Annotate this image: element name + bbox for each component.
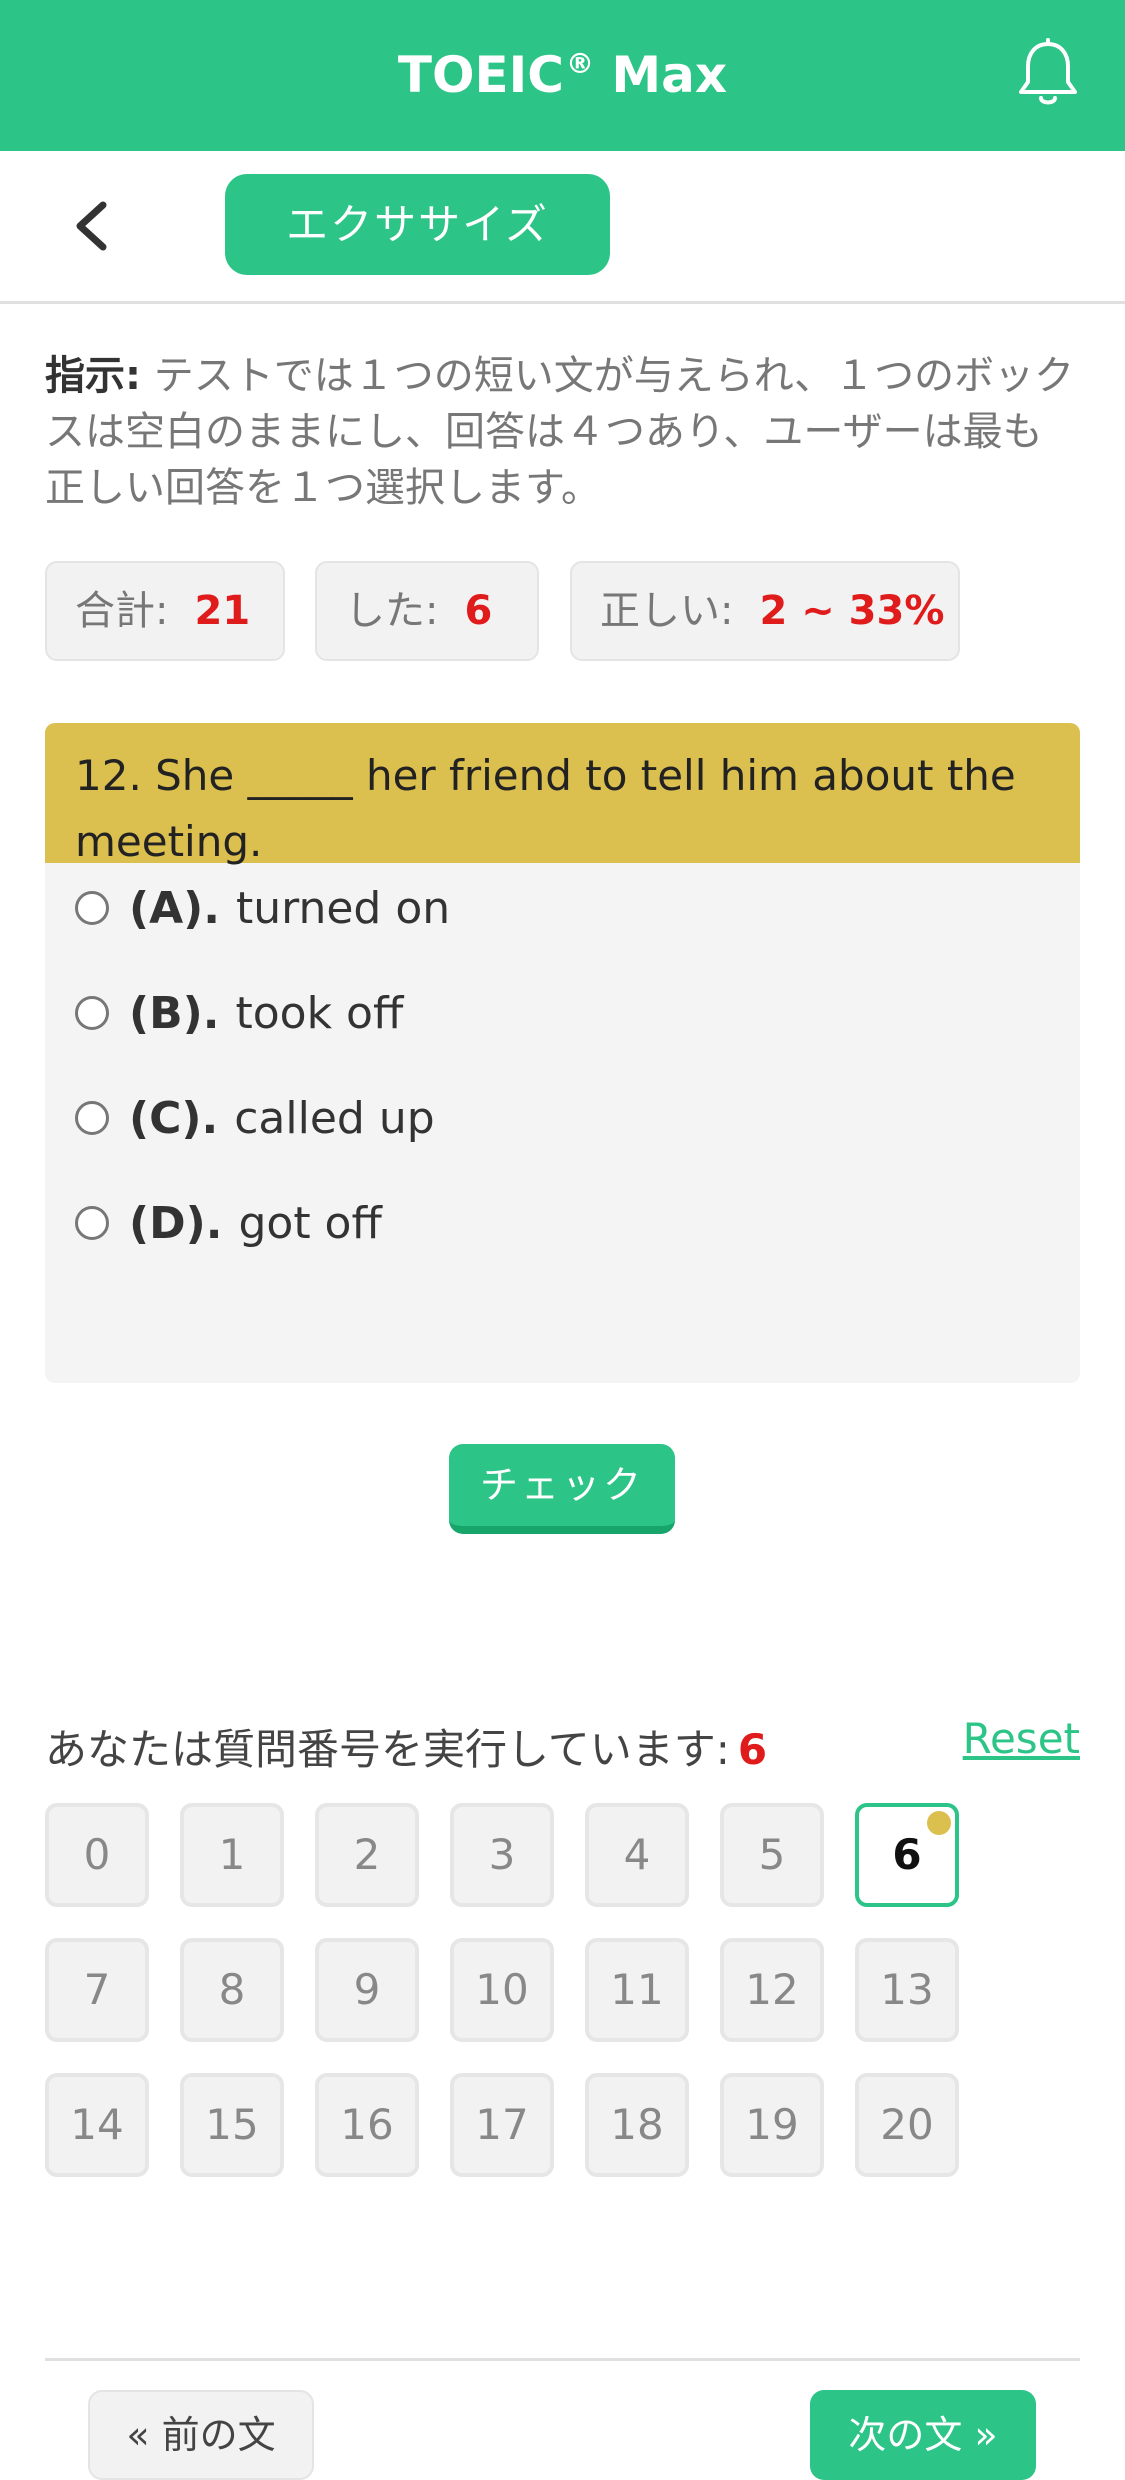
question-number-2[interactable]: 2 [315,1803,419,1907]
next-sentence-button[interactable]: 次の文 » [810,2390,1036,2480]
progress-label: あなたは質問番号を実行しています: 6 [45,1725,768,1774]
bell-icon[interactable] [1015,38,1081,112]
chevron-left-icon[interactable] [58,191,128,261]
app-header: TOEIC® Max [0,0,1125,151]
question-number-4[interactable]: 4 [585,1803,689,1907]
reset-link[interactable]: Reset [963,1714,1080,1763]
question-number-13[interactable]: 13 [855,1938,959,2042]
current-indicator-dot [927,1811,951,1835]
question-text: 12. She _____ her friend to tell him abo… [45,723,1080,866]
question-number-7[interactable]: 7 [45,1938,149,2042]
question-number-1[interactable]: 1 [180,1803,284,1907]
question-number-19[interactable]: 19 [720,2073,824,2177]
radio-button[interactable] [75,996,109,1030]
sub-navigation: エクササイズ [0,151,1125,304]
check-button[interactable]: チェック [449,1444,675,1534]
question-number-9[interactable]: 9 [315,1938,419,2042]
trademark-symbol: ® [565,47,594,80]
question-number-17[interactable]: 17 [450,2073,554,2177]
question-number-12[interactable]: 12 [720,1938,824,2042]
prev-sentence-button[interactable]: « 前の文 [88,2390,314,2480]
question-card: 12. She _____ her friend to tell him abo… [45,723,1080,1383]
question-number-6[interactable]: 6 [855,1803,959,1907]
question-number-10[interactable]: 10 [450,1938,554,2042]
question-number-14[interactable]: 14 [45,2073,149,2177]
option-a[interactable]: (A). turned on [75,868,450,948]
question-number-3[interactable]: 3 [450,1803,554,1907]
instruction-text: 指示: テストでは１つの短い文が与えられ、１つのボックスは空白のままにし、回答は… [45,353,1075,511]
radio-button[interactable] [75,1206,109,1240]
question-number-15[interactable]: 15 [180,2073,284,2177]
question-number-0[interactable]: 0 [45,1803,149,1907]
question-number-11[interactable]: 11 [585,1938,689,2042]
question-number-8[interactable]: 8 [180,1938,284,2042]
question-number-18[interactable]: 18 [585,2073,689,2177]
stat-done: した: 6 [315,561,539,661]
question-number-5[interactable]: 5 [720,1803,824,1907]
question-number-20[interactable]: 20 [855,2073,959,2177]
tab-exercise[interactable]: エクササイズ [225,174,610,275]
option-c[interactable]: (C). called up [75,1078,435,1158]
radio-button[interactable] [75,891,109,925]
radio-button[interactable] [75,1101,109,1135]
stat-total: 合計: 21 [45,561,285,661]
option-d[interactable]: (D). got off [75,1183,382,1263]
app-title: TOEIC® Max [397,46,728,104]
divider [45,2358,1080,2361]
question-number-16[interactable]: 16 [315,2073,419,2177]
stat-correct: 正しい: 2 ~ 33% [570,561,960,661]
option-b[interactable]: (B). took off [75,973,403,1053]
